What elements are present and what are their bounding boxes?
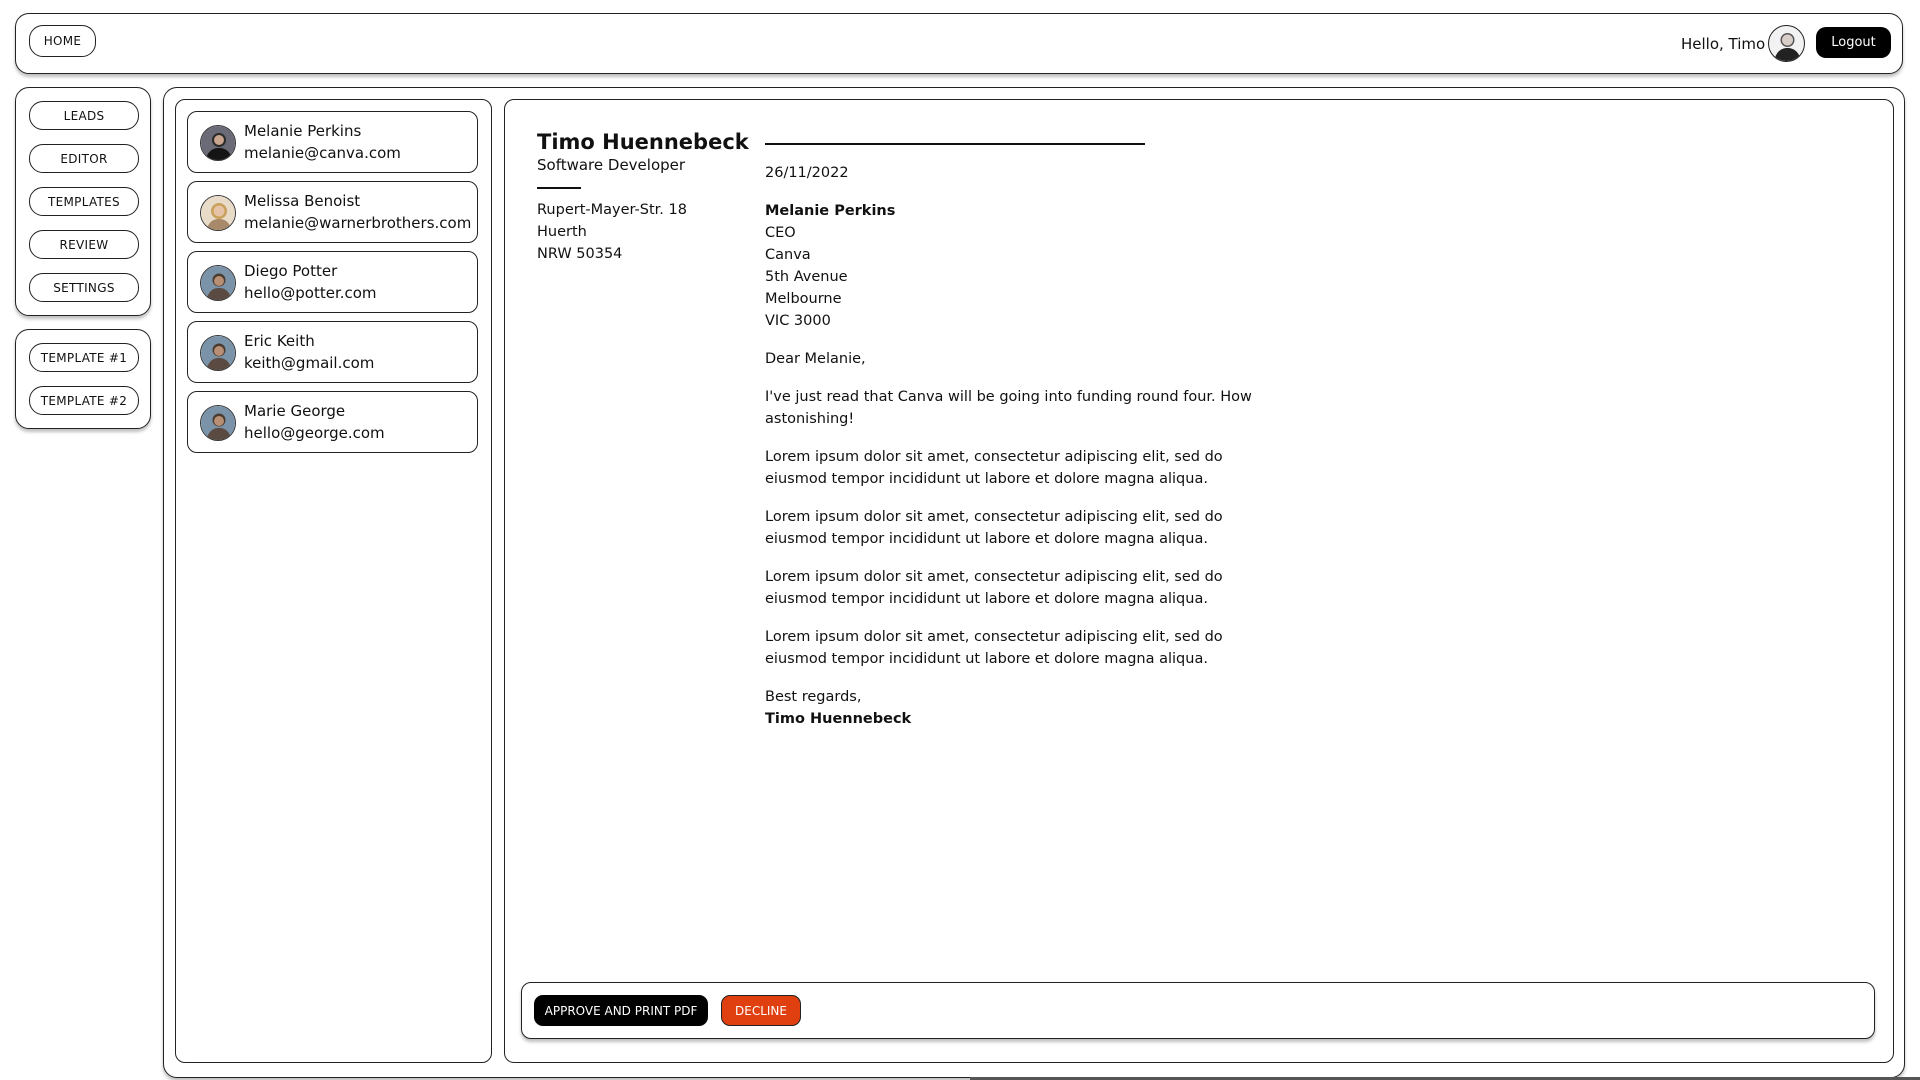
closing: Best regards, — [765, 689, 862, 705]
recipient-line: VIC 3000 — [765, 313, 831, 329]
recipient-line: 5th Avenue — [765, 269, 848, 285]
contact-avatar-icon — [200, 265, 236, 301]
letter-paragraph: Lorem ipsum dolor sit amet, consectetur … — [765, 509, 1223, 547]
contact-card[interactable]: Diego Potter hello@potter.com — [187, 251, 478, 313]
nav-item-templates[interactable]: TEMPLATES — [29, 187, 139, 216]
contact-avatar-icon — [200, 125, 236, 161]
contact-card[interactable]: Marie George hello@george.com — [187, 391, 478, 453]
approve-and-print-button[interactable]: APPROVE AND PRINT PDF — [534, 995, 708, 1026]
main-navigation: LEADS EDITOR TEMPLATES REVIEW SETTINGS — [15, 87, 151, 316]
recipient-block: Melanie Perkins CEO Canva 5th Avenue Mel… — [765, 200, 1285, 332]
action-bar: APPROVE AND PRINT PDF DECLINE — [521, 982, 1875, 1039]
letter-paragraph: Lorem ipsum dolor sit amet, consectetur … — [765, 449, 1223, 487]
contact-name: Marie George — [244, 402, 346, 420]
decline-button[interactable]: DECLINE — [721, 995, 801, 1026]
main-content: Melanie Perkins melanie@canva.com Meliss… — [163, 87, 1905, 1078]
contact-card[interactable]: Eric Keith keith@gmail.com — [187, 321, 478, 383]
sender-title: Software Developer — [537, 156, 686, 174]
contact-email: melanie@canva.com — [244, 144, 401, 162]
contact-card[interactable]: Melanie Perkins melanie@canva.com — [187, 111, 478, 173]
nav-item-review[interactable]: REVIEW — [29, 230, 139, 259]
nav-item-editor[interactable]: EDITOR — [29, 144, 139, 173]
templates-navigation: TEMPLATE #1 TEMPLATE #2 — [15, 329, 151, 429]
contact-name: Melanie Perkins — [244, 122, 362, 140]
recipient-line: CEO — [765, 225, 796, 241]
nav-item-settings[interactable]: SETTINGS — [29, 273, 139, 302]
divider — [765, 143, 1145, 145]
letter-preview: Timo Huennebeck Software Developer Ruper… — [504, 99, 1894, 1063]
letter-paragraph: Lorem ipsum dolor sit amet, consectetur … — [765, 569, 1223, 607]
top-header: HOME Hello, Timo Logout — [15, 13, 1903, 74]
letter-date: 26/11/2022 — [765, 165, 849, 181]
contact-email: hello@george.com — [244, 424, 385, 442]
home-button[interactable]: HOME — [29, 25, 96, 57]
contact-avatar-icon — [200, 335, 236, 371]
template-1-button[interactable]: TEMPLATE #1 — [29, 343, 139, 372]
logout-button[interactable]: Logout — [1816, 27, 1891, 58]
recipient-name: Melanie Perkins — [765, 203, 896, 219]
recipient-line: Canva — [765, 247, 811, 263]
greeting-text: Hello, Timo — [1681, 35, 1766, 53]
template-2-button[interactable]: TEMPLATE #2 — [29, 386, 139, 415]
letter-paragraph: Lorem ipsum dolor sit amet, consectetur … — [765, 629, 1223, 667]
contact-name: Eric Keith — [244, 332, 315, 350]
recipient-line: Melbourne — [765, 291, 842, 307]
letter-paragraph: I've just read that Canva will be going … — [765, 389, 1252, 427]
salutation: Dear Melanie, — [765, 351, 866, 367]
signature: Timo Huennebeck — [765, 711, 912, 727]
sender-address-line: Rupert-Mayer-Str. 18 — [537, 202, 687, 218]
nav-item-leads[interactable]: LEADS — [29, 101, 139, 130]
contact-avatar-icon — [200, 195, 236, 231]
contact-card[interactable]: Melissa Benoist melanie@warnerbrothers.c… — [187, 181, 478, 243]
contact-name: Melissa Benoist — [244, 192, 361, 210]
contact-list: Melanie Perkins melanie@canva.com Meliss… — [175, 99, 492, 1063]
divider — [537, 187, 581, 189]
sender-name: Timo Huennebeck — [537, 130, 749, 154]
sender-address-line: Huerth — [537, 224, 587, 240]
sender-address-line: NRW 50354 — [537, 246, 623, 262]
letter-body: 26/11/2022 Melanie Perkins CEO Canva 5th… — [765, 162, 1285, 730]
contact-name: Diego Potter — [244, 262, 338, 280]
contact-email: keith@gmail.com — [244, 354, 375, 372]
user-silhouette-icon — [1774, 33, 1801, 61]
contact-email: hello@potter.com — [244, 284, 377, 302]
contact-email: melanie@warnerbrothers.com — [244, 214, 472, 232]
user-avatar-icon[interactable] — [1768, 25, 1805, 62]
contact-avatar-icon — [200, 405, 236, 441]
